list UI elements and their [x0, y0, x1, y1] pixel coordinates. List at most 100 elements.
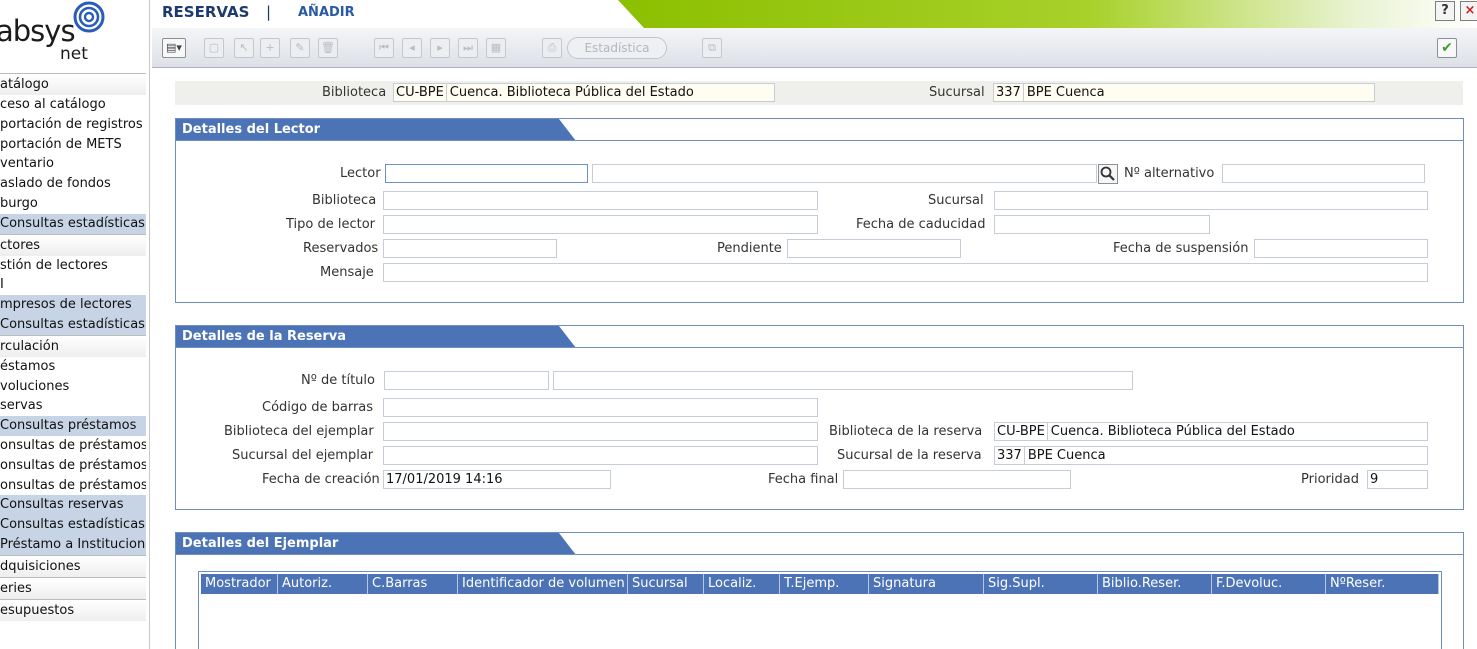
- menu-item-label: portación de registros: [0, 116, 143, 132]
- suc-reserva-field[interactable]: 337 BPE Cuenca: [994, 446, 1428, 465]
- menu-item-label: Consultas reservas: [0, 497, 124, 513]
- menu-item[interactable]: Consultas estadísticas d: [0, 314, 146, 335]
- first-record-icon[interactable]: ⏮: [374, 38, 394, 58]
- menu-item[interactable]: portación de registros: [0, 115, 146, 135]
- menu-item[interactable]: mpresos de lectores: [0, 295, 146, 315]
- bib-ejemplar-label: Biblioteca del ejemplar: [224, 424, 374, 439]
- lector-name-input[interactable]: [592, 164, 1097, 183]
- column-header[interactable]: Sucursal: [628, 574, 704, 594]
- column-header[interactable]: Identificador de volumen: [458, 574, 628, 594]
- grid-icon[interactable]: ▦: [486, 38, 506, 58]
- mensaje-input[interactable]: [383, 263, 1428, 282]
- menu-item[interactable]: stión de lectores: [0, 256, 146, 276]
- menu-item[interactable]: Consultas reservas: [0, 495, 146, 516]
- prev-record-icon[interactable]: ◂: [402, 38, 422, 58]
- menu-item[interactable]: voluciones: [0, 377, 146, 397]
- delete-icon[interactable]: 🗑: [318, 38, 338, 58]
- reservados-input[interactable]: [383, 239, 557, 258]
- ejemplar-section-title: Detalles del Ejemplar: [182, 536, 339, 551]
- suspension-label: Fecha de suspensión: [1113, 241, 1249, 256]
- lector-section-title: Detalles del Lector: [182, 122, 321, 137]
- titulo-name-input[interactable]: [553, 371, 1133, 390]
- menu-item-label: eries: [0, 580, 32, 596]
- menu-category[interactable]: ctores: [0, 233, 146, 256]
- view-menu-icon[interactable]: ▤▾: [162, 38, 186, 58]
- menu-item[interactable]: onsultas de préstamos: [0, 456, 146, 476]
- column-header[interactable]: T.Ejemp.: [780, 574, 869, 594]
- menu-item-label: Consultas estadísticas: [0, 215, 145, 231]
- last-record-icon[interactable]: ⏭: [458, 38, 478, 58]
- menu-item-label: atálogo: [0, 77, 49, 92]
- menu-item-label: Préstamo a Institucione: [0, 536, 146, 552]
- tipo-lector-input[interactable]: [383, 215, 818, 234]
- bib-ejemplar-input[interactable]: [383, 422, 818, 441]
- lector-biblioteca-input[interactable]: [383, 191, 818, 210]
- ejemplar-section-header: Detalles del Ejemplar: [176, 533, 1463, 555]
- close-button[interactable]: ×: [1460, 1, 1477, 21]
- prioridad-input[interactable]: 9: [1367, 470, 1428, 489]
- menu-category[interactable]: atálogo: [0, 73, 146, 95]
- next-record-icon[interactable]: ▸: [430, 38, 450, 58]
- reserva-header-line: [176, 347, 1463, 348]
- menu-item[interactable]: Consultas préstamos: [0, 416, 146, 436]
- column-header[interactable]: Mostrador: [201, 574, 278, 594]
- cursor-icon[interactable]: ↖: [234, 38, 254, 58]
- menu-category[interactable]: esupuestos: [0, 598, 146, 621]
- caducidad-label: Fecha de caducidad: [856, 217, 986, 232]
- menu-item[interactable]: Préstamo a Institucione: [0, 534, 146, 555]
- menu-item[interactable]: aslado de fondos: [0, 174, 146, 194]
- menu-item[interactable]: Consultas estadísticas: [0, 515, 146, 535]
- menu-item[interactable]: onsultas de préstamos: [0, 436, 146, 456]
- print-icon[interactable]: ⎙: [542, 38, 562, 58]
- column-header[interactable]: Biblio.Reser.: [1098, 574, 1212, 594]
- pendiente-input[interactable]: [787, 239, 961, 258]
- column-header[interactable]: Signatura: [869, 574, 984, 594]
- column-header[interactable]: NºReser.: [1326, 574, 1439, 594]
- bib-reserva-field[interactable]: CU-BPE Cuenca. Biblioteca Pública del Est…: [994, 422, 1428, 441]
- menu-item[interactable]: éstamos: [0, 357, 146, 377]
- suc-ejemplar-input[interactable]: [383, 446, 818, 465]
- menu-category[interactable]: dquisiciones: [0, 554, 146, 577]
- biblioteca-name: Cuenca. Biblioteca Pública del Estado: [449, 85, 694, 100]
- menu-item-label: ceso al catálogo: [0, 97, 106, 112]
- statistics-button[interactable]: Estadística: [567, 37, 667, 59]
- lector-code-input[interactable]: [385, 164, 588, 183]
- edit-icon[interactable]: ✎: [290, 38, 310, 58]
- prioridad-label: Prioridad: [1301, 472, 1359, 487]
- menu-item[interactable]: Consultas estadísticas: [0, 213, 146, 234]
- menu-item[interactable]: I: [0, 275, 146, 295]
- column-header[interactable]: F.Devoluc.: [1212, 574, 1326, 594]
- add-icon[interactable]: +: [260, 38, 280, 58]
- reserva-section: Detalles de la Reserva Nº de título Códi…: [175, 325, 1464, 510]
- menu-item[interactable]: burgo: [0, 194, 146, 214]
- lector-sucursal-label: Sucursal: [928, 193, 984, 208]
- lector-sucursal-input[interactable]: [994, 191, 1428, 210]
- column-header[interactable]: Localiz.: [704, 574, 780, 594]
- final-input[interactable]: [843, 470, 1071, 489]
- help-button[interactable]: ?: [1435, 1, 1455, 21]
- search-lector-button[interactable]: [1098, 164, 1118, 184]
- alt-number-input[interactable]: [1222, 164, 1425, 183]
- caducidad-input[interactable]: [994, 215, 1210, 234]
- accept-check-icon[interactable]: ✔: [1437, 38, 1457, 58]
- menu-item[interactable]: servas: [0, 396, 146, 416]
- barras-input[interactable]: [383, 398, 818, 417]
- menu-item[interactable]: onsultas de préstamos: [0, 476, 146, 496]
- menu-category[interactable]: rculación: [0, 334, 146, 357]
- menu-item[interactable]: ceso al catálogo: [0, 95, 146, 115]
- menu-item-label: ventario: [0, 156, 54, 172]
- menu-item[interactable]: portación de METS: [0, 135, 146, 155]
- column-header[interactable]: Autoriz.: [278, 574, 368, 594]
- menu-category[interactable]: eries: [0, 576, 146, 599]
- menu-item[interactable]: ventario: [0, 154, 146, 174]
- copy-icon[interactable]: ⧉: [702, 38, 722, 58]
- creacion-input[interactable]: 17/01/2019 14:16: [383, 470, 611, 489]
- titulo-code-input[interactable]: [384, 371, 549, 390]
- select-icon[interactable]: ▢: [204, 38, 224, 58]
- menu-item-label: dquisiciones: [0, 558, 81, 574]
- column-header[interactable]: C.Barras: [368, 574, 458, 594]
- logo-text: absys: [0, 14, 76, 48]
- mensaje-label: Mensaje: [320, 265, 374, 280]
- column-header[interactable]: Sig.Supl.: [984, 574, 1098, 594]
- suspension-input[interactable]: [1254, 239, 1428, 258]
